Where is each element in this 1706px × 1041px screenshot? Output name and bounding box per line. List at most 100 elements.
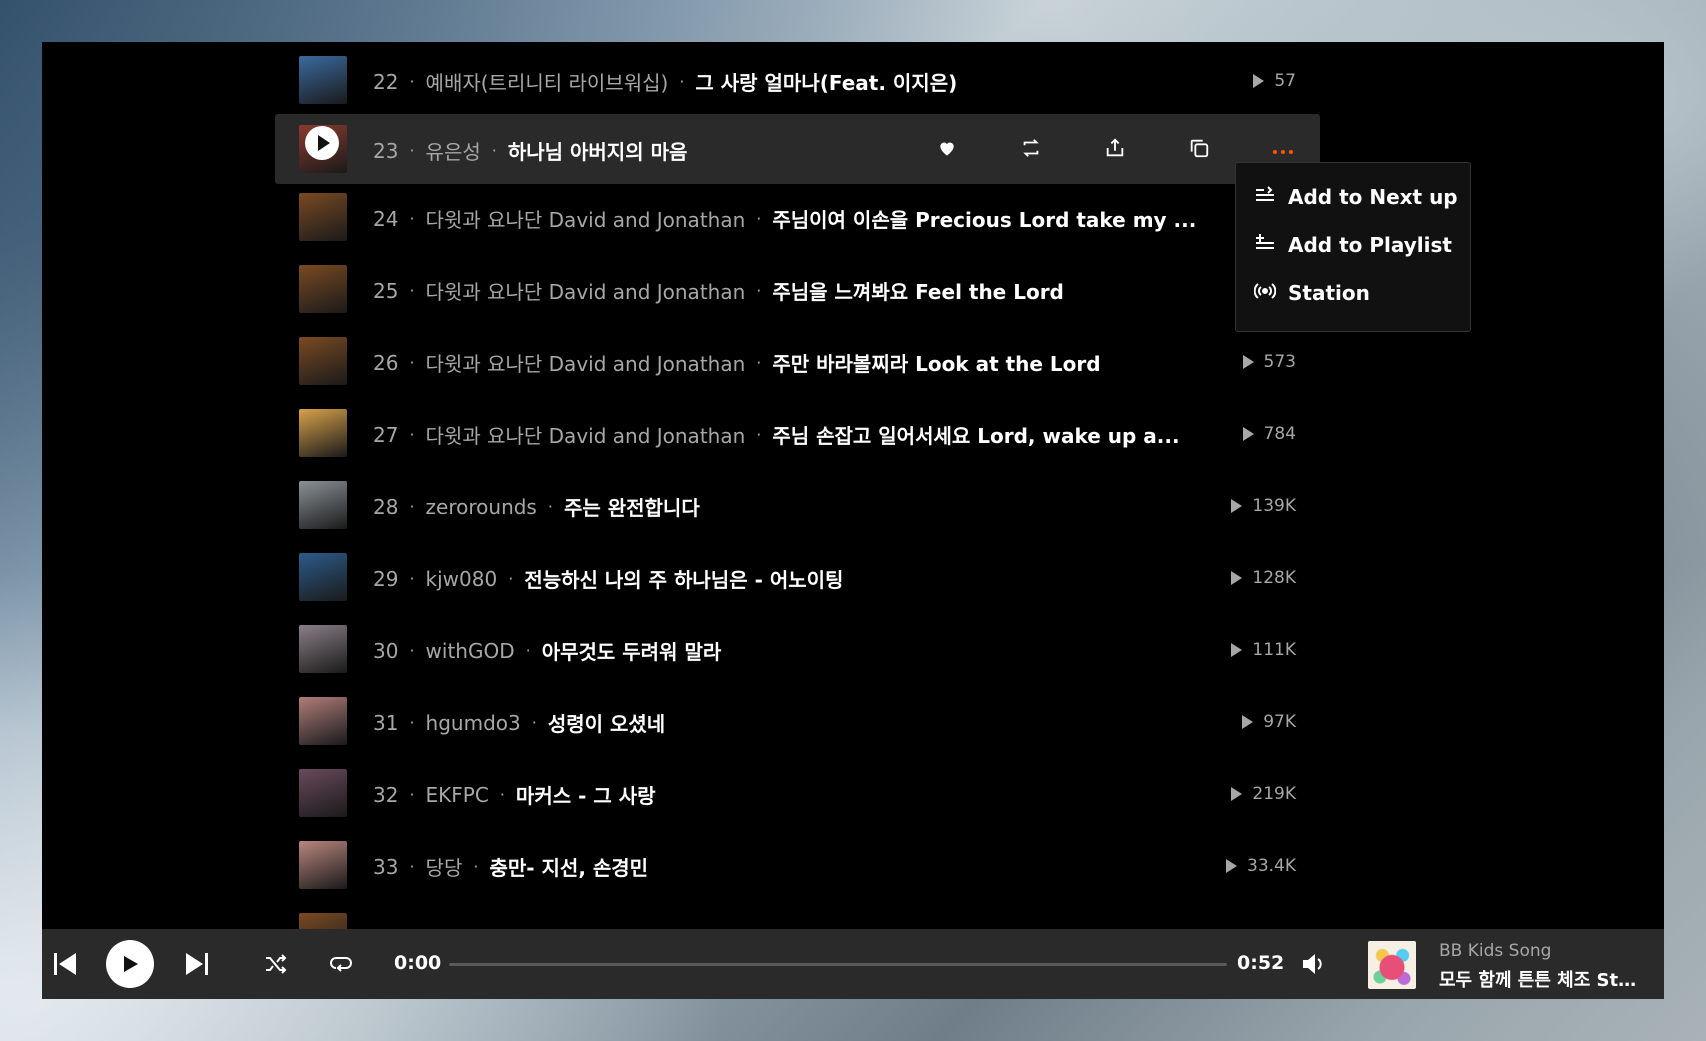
track-artwork[interactable]	[299, 625, 347, 673]
play-count-icon	[1242, 427, 1254, 441]
share-button[interactable]	[1073, 137, 1157, 163]
track-artwork[interactable]	[299, 193, 347, 241]
play-count-icon	[1231, 787, 1243, 801]
row-play-button[interactable]	[305, 126, 339, 160]
separator: ·	[409, 141, 415, 160]
track-title[interactable]: 전능하신 나의 주 하나님은 - 어노이팅	[524, 564, 843, 593]
track-row[interactable]: 33 · 당당 · 충만- 지선, 손경민 33.4K	[275, 830, 1320, 900]
track-artwork[interactable]	[299, 769, 347, 817]
track-artist[interactable]: hgumdo3	[426, 711, 521, 735]
track-artwork[interactable]	[299, 481, 347, 529]
track-title[interactable]: 주는 완전합니다	[564, 492, 700, 521]
repeat-icon	[330, 957, 352, 972]
track-artwork[interactable]	[299, 265, 347, 313]
playlist-add-icon	[1254, 232, 1276, 259]
track-artist[interactable]: 다윗과 요나단 David and Jonathan	[426, 420, 746, 449]
track-title[interactable]: 마커스 - 그 사랑	[516, 780, 656, 809]
copy-button[interactable]	[1157, 137, 1241, 163]
track-row[interactable]: 30 · withGOD · 아무것도 두려워 말라 111K	[275, 614, 1320, 684]
track-artist[interactable]: kjw080	[426, 567, 498, 591]
now-playing-artist[interactable]: BB Kids Song	[1439, 941, 1551, 961]
track-artwork[interactable]	[299, 913, 347, 929]
track-number: 31	[373, 710, 399, 735]
track-title[interactable]: 주님 손잡고 일어서세요 Lord, wake up a...	[772, 420, 1179, 449]
heart-button[interactable]	[905, 138, 989, 162]
play-count-value: 784	[1263, 424, 1296, 444]
more-button[interactable]	[1241, 141, 1325, 160]
track-row[interactable]: 23 · 유은성 · 하나님 아버지의 마음	[275, 114, 1320, 184]
track-row[interactable]: 29 · kjw080 · 전능하신 나의 주 하나님은 - 어노이팅 128K	[275, 542, 1320, 612]
track-title[interactable]: 성령이 오셨네	[548, 708, 665, 737]
track-meta: 23 · 유은성 · 하나님 아버지의 마음	[373, 136, 687, 165]
track-artist[interactable]: EKFPC	[426, 783, 489, 807]
menu-station[interactable]: Station	[1236, 269, 1470, 317]
now-playing-artwork[interactable]	[1368, 941, 1416, 989]
menu-item-label: Add to Next up	[1288, 185, 1458, 209]
track-artist[interactable]: zerorounds	[426, 495, 537, 519]
menu-add-to-playlist[interactable]: Add to Playlist	[1236, 221, 1470, 269]
track-row[interactable]: 25 · 다윗과 요나단 David and Jonathan · 주님을 느껴봐요 F…	[275, 254, 1320, 324]
previous-icon	[54, 953, 76, 975]
current-time: 0:00	[394, 952, 442, 974]
track-title[interactable]: 주만 바라볼찌라 Look at the Lord	[772, 348, 1100, 377]
track-row[interactable]: 27 · 다윗과 요나단 David and Jonathan · 주님 손잡고 일어서…	[275, 398, 1320, 468]
play-count: 573	[1242, 352, 1296, 372]
track-title[interactable]: 주님이여 이손을 Precious Lord take my ...	[772, 204, 1196, 233]
separator: ·	[473, 857, 479, 876]
progress-bar[interactable]	[449, 963, 1227, 966]
more-icon	[1271, 141, 1295, 160]
track-row[interactable]: 22 · 예배자(트리니티 라이브워십) · 그 사랑 얼마나(Feat. 이지은) 57	[275, 45, 1320, 115]
track-artwork[interactable]	[299, 553, 347, 601]
menu-add-to-next-up[interactable]: Add to Next up	[1236, 173, 1470, 221]
track-artist[interactable]: 다윗과 요나단 David and Jonathan	[426, 348, 746, 377]
separator: ·	[756, 281, 762, 300]
play-count: 784	[1242, 424, 1296, 444]
track-number: 25	[373, 278, 399, 303]
separator: ·	[491, 141, 497, 160]
play-count-value: 33.4K	[1247, 856, 1296, 876]
play-button[interactable]	[106, 940, 154, 988]
track-title[interactable]: 아무것도 두려워 말라	[542, 636, 722, 665]
track-artist[interactable]: 다윗과 요나단 David and Jonathan	[426, 204, 746, 233]
play-count: 33.4K	[1226, 856, 1296, 876]
track-artwork[interactable]	[299, 841, 347, 889]
track-artist[interactable]: 예배자(트리니티 라이브워십)	[426, 67, 669, 96]
track-row[interactable]: 26 · 다윗과 요나단 David and Jonathan · 주만 바라볼찌라 L…	[275, 326, 1320, 396]
track-row[interactable]: 31 · hgumdo3 · 성령이 오셨네 97K	[275, 686, 1320, 756]
separator: ·	[409, 569, 415, 588]
volume-button[interactable]	[1300, 951, 1326, 977]
heart-icon	[937, 138, 957, 162]
track-meta: 29 · kjw080 · 전능하신 나의 주 하나님은 - 어노이팅	[373, 564, 843, 593]
track-row[interactable]: 28 · zerorounds · 주는 완전합니다 139K	[275, 470, 1320, 540]
volume-icon	[1303, 954, 1322, 974]
track-artwork[interactable]	[299, 337, 347, 385]
track-title[interactable]: 하나님 아버지의 마음	[508, 136, 688, 165]
track-title[interactable]: 주님을 느껴봐요 Feel the Lord	[772, 276, 1064, 305]
play-count-icon	[1231, 571, 1243, 585]
repost-button[interactable]	[989, 137, 1073, 163]
player-bar: 0:00 0:52 BB Kids Song 모두 함께 튼튼 체조 Stro.…	[42, 929, 1664, 999]
track-row[interactable]: 34·코코·기대 (주안에 우린 하나) - WELOVE27K	[275, 902, 1320, 929]
track-artist[interactable]: withGOD	[426, 639, 515, 663]
repeat-button[interactable]	[330, 952, 354, 976]
now-playing-title[interactable]: 모두 함께 튼튼 체조 Stro...	[1439, 966, 1644, 992]
track-row[interactable]: 32 · EKFPC · 마커스 - 그 사랑 219K	[275, 758, 1320, 828]
track-artwork[interactable]	[299, 409, 347, 457]
play-count-icon	[1253, 74, 1265, 88]
track-artwork[interactable]	[299, 56, 347, 104]
track-title[interactable]: 충만- 지선, 손경민	[489, 852, 648, 881]
track-artist[interactable]: 다윗과 요나단 David and Jonathan	[426, 276, 746, 305]
app-window: 22 · 예배자(트리니티 라이브워십) · 그 사랑 얼마나(Feat. 이지은) 57…	[42, 42, 1664, 999]
station-icon	[1253, 280, 1277, 307]
track-artist[interactable]: 당당	[426, 852, 463, 881]
play-count-value: 139K	[1252, 496, 1296, 516]
track-row[interactable]: 24 · 다윗과 요나단 David and Jonathan · 주님이여 이손을 P…	[275, 182, 1320, 252]
track-artist[interactable]: 유은성	[426, 136, 481, 165]
shuffle-icon	[266, 954, 287, 974]
previous-button[interactable]	[50, 949, 80, 979]
track-artwork[interactable]	[299, 697, 347, 745]
shuffle-button[interactable]	[264, 952, 288, 976]
play-count-value: 111K	[1252, 640, 1296, 660]
track-title[interactable]: 그 사랑 얼마나(Feat. 이지은)	[695, 67, 957, 96]
next-button[interactable]	[182, 949, 212, 979]
